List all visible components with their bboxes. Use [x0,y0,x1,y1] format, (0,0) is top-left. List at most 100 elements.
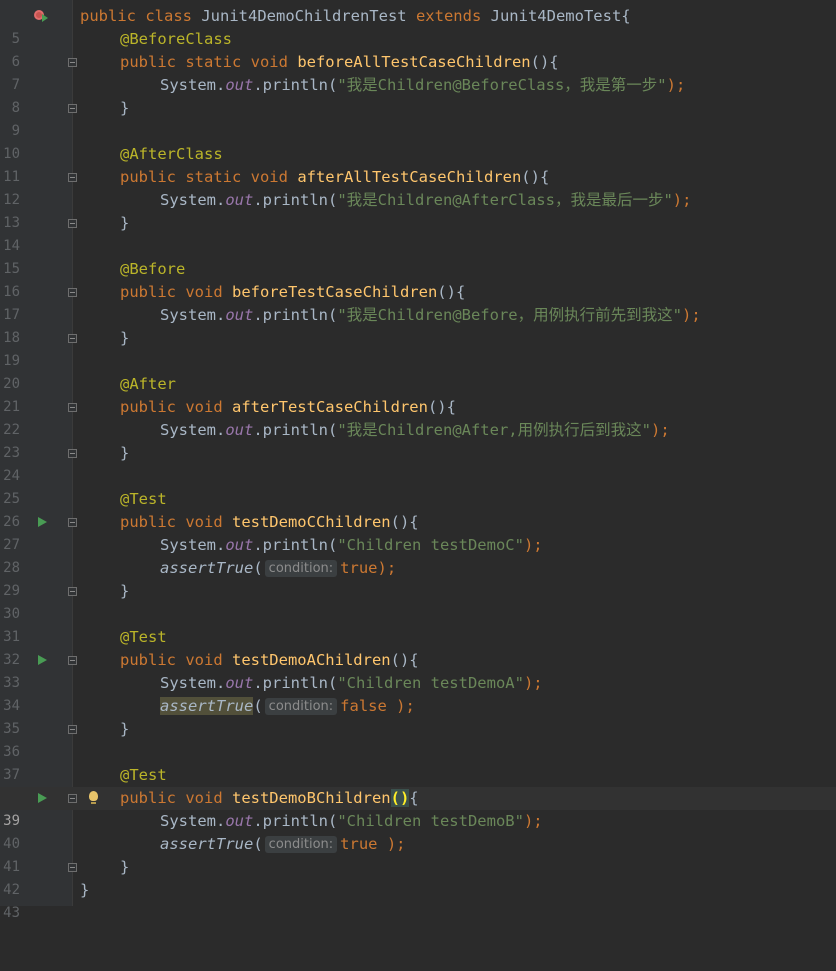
code-line-31[interactable]: 31 [0,603,836,645]
annotation[interactable]: @Test [120,488,167,511]
fold-icon[interactable] [68,104,77,113]
code-line-12[interactable]: 12 public static void afterAllTestCaseCh… [0,166,836,208]
statement[interactable]: System.out.println("我是Children@After,用例执… [160,419,670,442]
code-line-20[interactable]: 20 [0,350,836,392]
code-editor[interactable]: 5 public class Junit4DemoChildrenTest ex… [0,0,836,921]
code-line-6[interactable]: 6 @BeforeClass [0,28,836,70]
code-line-34[interactable]: 34 System.out.println("Children testDemo… [0,672,836,714]
code-line-38[interactable]: 38 @Test [0,764,836,806]
statement-end: ); [523,812,543,830]
keyword: extends [415,7,491,25]
statement[interactable]: System.out.println("Children testDemoA")… [160,672,543,695]
statement[interactable]: System.out.println("Children testDemoC")… [160,534,543,557]
code-line-32[interactable]: 32 @Test [0,626,836,668]
fold-icon[interactable] [68,794,77,803]
annotation[interactable]: @AfterClass [120,143,223,166]
code-line-40[interactable]: 40 System.out.println("Children testDemo… [0,810,836,852]
method-declaration[interactable]: public void testDemoCChildren(){ [120,511,419,534]
fold-icon[interactable] [68,219,77,228]
fold-icon[interactable] [68,725,77,734]
code-line-21[interactable]: 21 @After [0,373,836,415]
paren: ( [253,559,263,577]
code-line-41[interactable]: 41 assertTrue(condition: true ); [0,833,836,875]
statement[interactable]: System.out.println("我是Children@AfterClas… [160,189,691,212]
code-line-8[interactable]: 8 System.out.println("我是Children@BeforeC… [0,74,836,116]
code-line-11[interactable]: 11 @AfterClass [0,143,836,185]
code-line-14[interactable]: 14 } [0,212,836,254]
code-line-22[interactable]: 22 public void afterTestCaseChildren(){ [0,396,836,438]
fold-icon[interactable] [68,449,77,458]
fold-icon[interactable] [68,518,77,527]
system-ref: System. [160,421,226,439]
method-declaration[interactable]: public void testDemoAChildren(){ [120,649,419,672]
fold-icon[interactable] [68,288,77,297]
class-declaration[interactable]: public class Junit4DemoChildrenTest exte… [80,5,631,28]
run-test-icon[interactable] [38,793,47,803]
assert-statement[interactable]: assertTrue(condition: true ); [160,833,406,856]
run-test-icon[interactable] [38,517,47,527]
statement[interactable]: System.out.println("我是Children@Before，用例… [160,304,701,327]
code-line-15[interactable]: 15 [0,235,836,277]
code-line-43[interactable]: 43 } [0,879,836,921]
method-declaration[interactable]: public static void beforeAllTestCaseChil… [120,51,559,74]
code-line-36[interactable]: 36 } [0,718,836,760]
code-line-17[interactable]: 17 public void beforeTestCaseChildren(){ [0,281,836,323]
assert-statement[interactable]: assertTrue(condition: true); [160,557,396,580]
fold-icon[interactable] [68,656,77,665]
code-line-13[interactable]: 13 System.out.println("我是Children@AfterC… [0,189,836,231]
code-line-26[interactable]: 26 @Test [0,488,836,530]
keyword: public void [120,398,232,416]
closing-brace: } [120,214,130,232]
method-declaration[interactable]: public void afterTestCaseChildren(){ [120,396,456,419]
code-line-9[interactable]: 9 } [0,97,836,139]
code-line-30[interactable]: 30 } [0,580,836,622]
fold-icon[interactable] [68,587,77,596]
punct: (){ [427,398,456,416]
run-class-icon[interactable] [42,14,48,22]
println-call: .println( [253,191,338,209]
code-line-42[interactable]: 42 } [0,856,836,898]
keyword: public void [120,513,232,531]
system-ref: System. [160,536,226,554]
code-line-5[interactable]: 5 public class Junit4DemoChildrenTest ex… [0,5,836,47]
statement[interactable]: System.out.println("我是Children@BeforeCla… [160,74,685,97]
code-line-18[interactable]: 18 System.out.println("我是Children@Before… [0,304,836,346]
code-line-24[interactable]: 24 } [0,442,836,484]
code-line-37[interactable]: 37 [0,741,836,783]
fold-icon[interactable] [68,334,77,343]
annotation[interactable]: @Test [120,626,167,649]
method-declaration[interactable]: public static void afterAllTestCaseChild… [120,166,549,189]
run-test-icon[interactable] [38,655,47,665]
method-name: afterTestCaseChildren [231,398,428,416]
code-line-16[interactable]: 16 @Before [0,258,836,300]
code-line-33[interactable]: 33 public void testDemoAChildren(){ [0,649,836,691]
assert-statement[interactable]: assertTrue(condition: false ); [160,695,415,718]
fold-icon[interactable] [68,58,77,67]
println-call: .println( [253,536,338,554]
code-line-29[interactable]: 29 assertTrue(condition: true); [0,557,836,599]
annotation[interactable]: @Before [120,258,185,281]
fold-icon[interactable] [68,173,77,182]
code-line-35[interactable]: 35 assertTrue(condition: false ); [0,695,836,737]
method-declaration[interactable]: public void testDemoBChildren(){ [120,787,419,810]
code-line-28[interactable]: 28 System.out.println("Children testDemo… [0,534,836,576]
statement-end: ); [523,674,543,692]
code-line-25[interactable]: 25 [0,465,836,507]
lightbulb-icon[interactable] [89,791,98,804]
code-line-7[interactable]: 7 public static void beforeAllTestCaseCh… [0,51,836,93]
assert-call-warning[interactable]: assertTrue [160,697,254,715]
statement[interactable]: System.out.println("Children testDemoB")… [160,810,543,833]
system-ref: System. [160,191,226,209]
code-line-39[interactable]: 39 public void testDemoBChildren(){ [0,787,836,829]
code-line-10[interactable]: 10 [0,120,836,162]
keyword: public class [80,7,202,25]
code-line-27[interactable]: 27 public void testDemoCChildren(){ [0,511,836,553]
fold-icon[interactable] [68,863,77,872]
code-line-19[interactable]: 19 } [0,327,836,369]
method-declaration[interactable]: public void beforeTestCaseChildren(){ [120,281,465,304]
annotation[interactable]: @Test [120,764,167,787]
fold-icon[interactable] [68,403,77,412]
annotation[interactable]: @BeforeClass [120,28,232,51]
annotation[interactable]: @After [120,373,176,396]
code-line-23[interactable]: 23 System.out.println("我是Children@After,… [0,419,836,461]
